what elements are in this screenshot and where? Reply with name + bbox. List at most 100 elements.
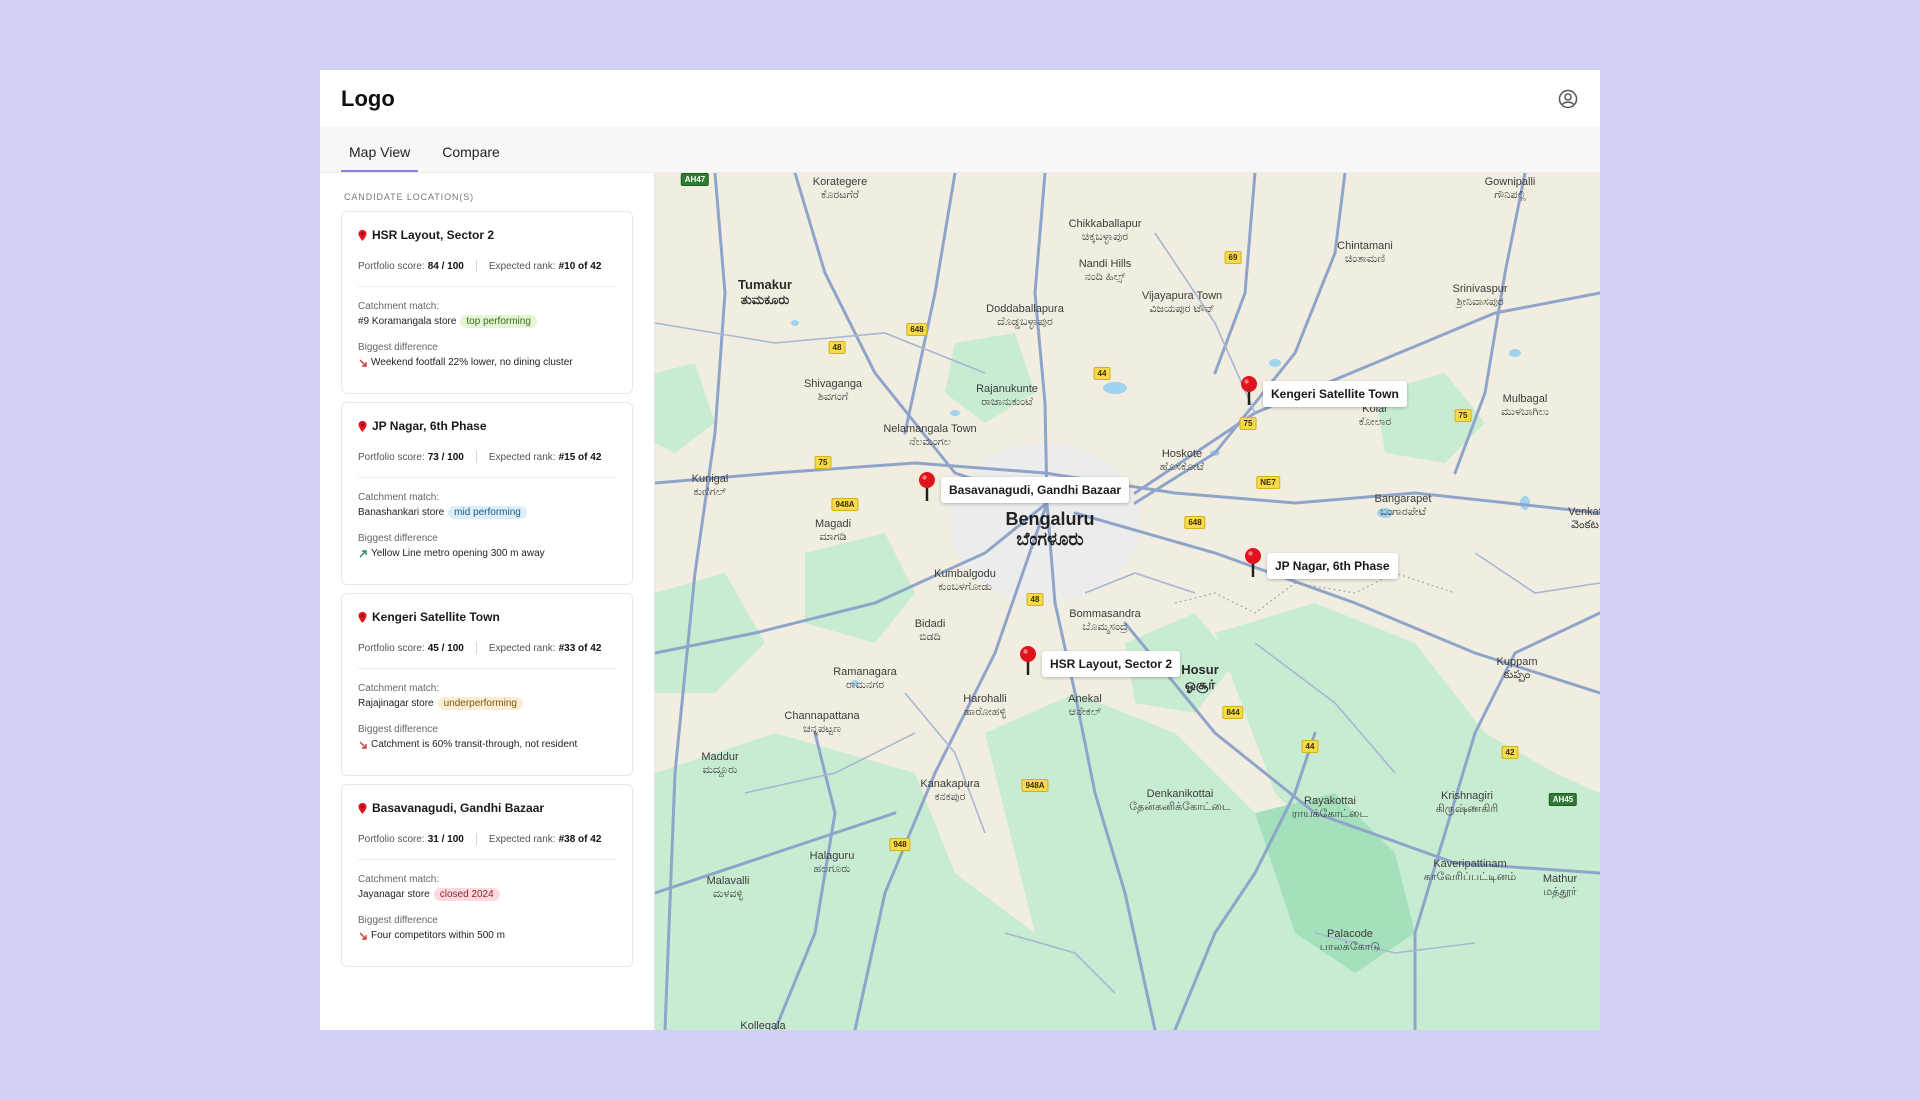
- tab-map-view[interactable]: Map View: [341, 144, 419, 172]
- map-pin-icon[interactable]: [1240, 375, 1258, 405]
- divider: [475, 833, 477, 845]
- place-local-name: కుప్పం: [1503, 668, 1531, 681]
- map-pin-icon[interactable]: [1019, 645, 1037, 675]
- score-row: Portfolio score: 31 / 100 Expected rank: #3…: [358, 833, 616, 860]
- highway-shield: 844: [1222, 706, 1244, 719]
- map-marker-label[interactable]: Kengeri Satellite Town: [1263, 381, 1407, 407]
- place-label: Tumakur ತುಮಕೂರು: [738, 277, 792, 308]
- candidate-card[interactable]: JP Nagar, 6th Phase Portfolio score: 73 / …: [341, 402, 633, 585]
- catchment-match-row: Jayanagar store closed 2024: [358, 888, 616, 901]
- place-name: Krishnagiri: [1441, 790, 1493, 802]
- place-label: Kaveripattinam காவேரிப்பட்டினம்: [1424, 858, 1516, 883]
- place-label: Hosur ஓசூர்: [1181, 662, 1219, 693]
- place-name: Tumakur: [738, 277, 792, 292]
- map-pin-icon: [358, 611, 367, 623]
- place-name: Mathur: [1542, 873, 1578, 885]
- map-marker-label[interactable]: HSR Layout, Sector 2: [1042, 651, 1181, 677]
- place-label: Gownipalli ಗೌನಿಪಲ್ಲಿ: [1485, 176, 1536, 201]
- place-local-name: ಕನಕಪುರ: [934, 790, 966, 803]
- water-body: [1509, 349, 1521, 357]
- place-name: Kumbalgodu: [934, 568, 996, 580]
- place-name: Rajanukunte: [976, 383, 1038, 395]
- map-pin-icon: [358, 802, 367, 814]
- place-local-name: தேன்கனிக்கோட்டை: [1129, 800, 1231, 813]
- water-body: [1103, 382, 1127, 394]
- place-local-name: ಶಿವಗಂಗೆ: [817, 390, 849, 403]
- place-name: Mulbagal: [1502, 393, 1548, 405]
- expected-rank-label: Expected rank:: [488, 260, 556, 272]
- portfolio-score-value: 45 / 100: [427, 642, 464, 654]
- place-local-name: ராயக்கோட்டை: [1291, 807, 1369, 820]
- portfolio-score-label: Portfolio score:: [358, 833, 425, 845]
- place-local-name: ನಂದಿ ಹಿಲ್ಸ್: [1084, 270, 1126, 283]
- score-row: Portfolio score: 84 / 100 Expected rank: #1…: [358, 260, 616, 287]
- place-label: Channapattana ಚನ್ನಪಟ್ಟಣ: [784, 710, 859, 735]
- place-label: Venkat వెంకట: [1568, 506, 1600, 531]
- place-name: Vijayapura Town: [1141, 290, 1223, 302]
- place-label: Kuppam కుప్పం: [1497, 656, 1538, 681]
- place-local-name: மத்தூர்: [1543, 885, 1577, 898]
- map-pin-icon[interactable]: [918, 471, 936, 501]
- map-view[interactable]: Bengaluru ಬೆಂಗಳೂರು Hosur ஓசூர் Tumakur ತುಮಕೂರ…: [655, 173, 1600, 1030]
- place-label: Kollegala: [740, 1020, 785, 1030]
- matched-store: Rajajinagar store: [358, 698, 434, 709]
- section-label: CANDIDATE LOCATION(S): [344, 192, 475, 202]
- logo[interactable]: Logo: [341, 86, 395, 112]
- place-label: Krishnagiri கிருஷ்ணகிரி: [1436, 790, 1498, 815]
- score-row: Portfolio score: 73 / 100 Expected rank: #1…: [358, 451, 616, 478]
- place-name: Maddur: [701, 751, 739, 763]
- place-local-name: ಬಿಡದಿ: [919, 630, 941, 643]
- place-local-name: ಬೆಂಗಳೂರು: [1016, 528, 1084, 549]
- difference-text: Yellow Line metro opening 300 m away: [371, 548, 545, 559]
- place-local-name: ಮದ್ದೂರು: [702, 763, 738, 776]
- app-header: Logo: [320, 70, 1600, 127]
- map-marker-label[interactable]: JP Nagar, 6th Phase: [1267, 553, 1398, 579]
- candidate-card[interactable]: Basavanagudi, Gandhi Bazaar Portfolio sco…: [341, 784, 633, 967]
- highway-shield: 48: [1026, 593, 1044, 606]
- expected-rank-value: #15 of 42: [558, 451, 602, 463]
- place-local-name: ಮಳವಳ್ಳಿ: [712, 887, 744, 900]
- catchment-match-label: Catchment match:: [358, 301, 440, 312]
- place-name: Denkanikottai: [1146, 788, 1214, 800]
- water-body: [1269, 359, 1281, 367]
- card-title-text: JP Nagar, 6th Phase: [372, 419, 487, 433]
- tab-compare[interactable]: Compare: [434, 144, 508, 172]
- trend-down-icon: [358, 740, 368, 750]
- highway-shield: NE7: [1256, 476, 1280, 489]
- map-marker-label[interactable]: Basavanagudi, Gandhi Bazaar: [941, 477, 1130, 503]
- portfolio-score-value: 73 / 100: [427, 451, 464, 463]
- candidate-list: HSR Layout, Sector 2 Portfolio score: 84 /…: [341, 211, 633, 967]
- place-label: Denkanikottai தேன்கனிக்கோட்டை: [1129, 788, 1230, 813]
- place-name: Gownipalli: [1484, 176, 1536, 188]
- performance-chip: underperforming: [437, 697, 523, 710]
- portfolio-score-label: Portfolio score:: [358, 642, 425, 654]
- water-body: [791, 320, 799, 326]
- candidate-card[interactable]: HSR Layout, Sector 2 Portfolio score: 84 /…: [341, 211, 633, 394]
- place-label: Bengaluru ಬೆಂಗಳೂರು: [1005, 509, 1094, 550]
- place-local-name: ಶ್ರೀನಿವಾಸಪುರ: [1456, 295, 1504, 308]
- expected-rank-value: #33 of 42: [558, 642, 602, 654]
- place-label: Maddur ಮದ್ದೂರು: [701, 751, 738, 776]
- place-name: Doddaballapura: [986, 303, 1064, 315]
- highway-shield: 648: [1184, 516, 1206, 529]
- place-label: Malavalli ಮಳವಳ್ಳಿ: [707, 875, 750, 900]
- place-local-name: ಬಂಗಾರಪೇಟೆ: [1379, 505, 1427, 518]
- user-circle-icon[interactable]: [1558, 89, 1578, 109]
- place-label: Chikkaballapur ಚಿಕ್ಕಬಳ್ಳಾಪುರ: [1069, 218, 1142, 243]
- place-local-name: ಆನೇಕಲ್: [1068, 705, 1102, 718]
- card-title: JP Nagar, 6th Phase: [358, 419, 616, 433]
- performance-chip: closed 2024: [433, 888, 500, 901]
- place-name: Bommasandra: [1069, 608, 1141, 620]
- place-label: Bangarapet ಬಂಗಾರಪೇಟೆ: [1375, 493, 1432, 518]
- place-label: Chintamani ಚಿಂತಾಮಣಿ: [1337, 240, 1393, 265]
- place-name: Rayakottai: [1304, 795, 1356, 807]
- candidate-card[interactable]: Kengeri Satellite Town Portfolio score: 45…: [341, 593, 633, 776]
- place-label: Bommasandra ಬೊಮ್ಮಸಂದ್ರ: [1069, 608, 1141, 633]
- place-name: Ramanagara: [833, 666, 897, 678]
- place-name: Venkat: [1568, 506, 1600, 518]
- tab-bar: Map View Compare: [320, 127, 1600, 173]
- score-row: Portfolio score: 45 / 100 Expected rank: #3…: [358, 642, 616, 669]
- place-name: Channapattana: [784, 710, 860, 722]
- map-pin-icon[interactable]: [1244, 547, 1262, 577]
- place-label: Kunigal ಕುಣಿಗಲ್: [692, 473, 729, 498]
